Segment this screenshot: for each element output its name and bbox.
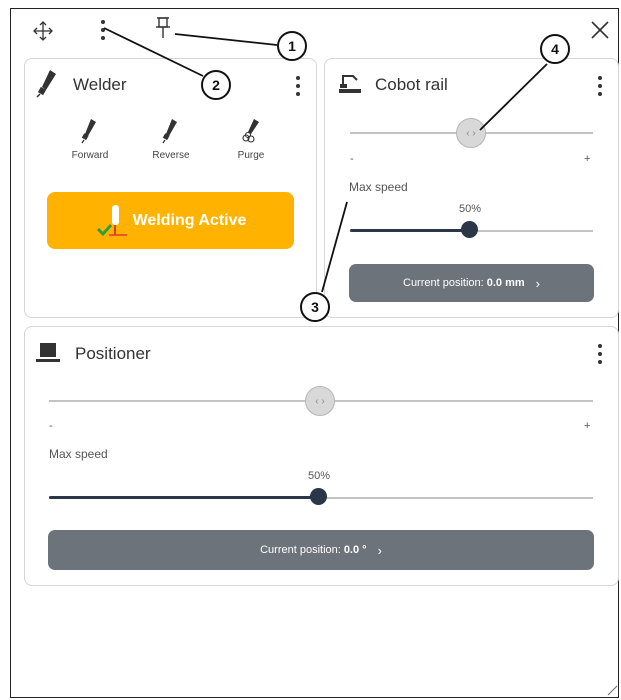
- torch-purge-icon: [242, 119, 259, 143]
- cobot-rail-icon: [337, 70, 363, 94]
- torch-reverse-icon: [162, 119, 177, 144]
- welder-card: [24, 58, 317, 318]
- welding-active-label: Welding Active: [132, 211, 247, 229]
- positioner-menu-kebab-icon[interactable]: [595, 344, 605, 364]
- purge-label: Purge: [237, 150, 265, 161]
- chevron-right-icon: ›: [535, 275, 540, 291]
- cobot-rail-menu-kebab-icon[interactable]: [595, 76, 605, 96]
- reverse-label: Reverse: [152, 150, 190, 161]
- welder-torch-icon: [36, 68, 60, 98]
- reverse-button[interactable]: Reverse: [143, 118, 199, 161]
- chevron-right-icon: ›: [377, 542, 382, 558]
- cobot-rail-jog-knob[interactable]: ‹ ›: [456, 118, 486, 148]
- torch-forward-icon: [81, 119, 96, 144]
- positioner-current-position-button[interactable]: Current position: 0.0 ° ›: [48, 530, 594, 570]
- pin-icon[interactable]: [153, 16, 173, 40]
- positioner-speed-handle[interactable]: [310, 488, 327, 505]
- cobot-rail-plus: +: [584, 153, 591, 165]
- forward-button[interactable]: Forward: [62, 118, 118, 161]
- close-icon[interactable]: [588, 18, 612, 42]
- cobot-rail-current-position-button[interactable]: Current position: 0.0 mm ›: [349, 264, 594, 302]
- cobot-rail-minus: -: [350, 153, 354, 165]
- move-icon[interactable]: [32, 20, 54, 42]
- cobot-rail-max-speed-value: 50%: [459, 203, 482, 215]
- positioner-max-speed-value: 50%: [308, 470, 331, 482]
- cobot-rail-speed-fill: [350, 229, 470, 232]
- welder-menu-kebab-icon[interactable]: [293, 76, 303, 96]
- positioner-position-value: 0.0 °: [343, 544, 367, 556]
- positioner-icon: [35, 341, 61, 365]
- positioner-minus: -: [49, 420, 53, 432]
- purge-button[interactable]: Purge: [223, 118, 279, 161]
- cobot-rail-max-speed-label: Max speed: [349, 180, 408, 194]
- cobot-rail-position-prefix: Current position:: [403, 277, 484, 289]
- cobot-rail-position-value: 0.0 mm: [486, 277, 525, 289]
- welder-title: Welder: [73, 75, 127, 94]
- weld-torch-check-icon: [96, 204, 127, 236]
- callout-1: 1: [277, 31, 307, 61]
- positioner-position-prefix: Current position:: [260, 544, 341, 556]
- cobot-rail-speed-handle[interactable]: [461, 221, 478, 238]
- window-menu-kebab-icon[interactable]: [98, 20, 108, 40]
- positioner-jog-knob[interactable]: ‹ ›: [305, 386, 335, 416]
- welding-active-status[interactable]: Welding Active: [47, 192, 294, 249]
- positioner-max-speed-label: Max speed: [49, 447, 108, 461]
- positioner-speed-fill: [49, 496, 319, 499]
- callout-2: 2: [201, 70, 231, 100]
- cobot-rail-title: Cobot rail: [375, 75, 448, 94]
- resize-grip-icon[interactable]: [606, 684, 618, 696]
- callout-3: 3: [300, 292, 330, 322]
- forward-label: Forward: [71, 150, 109, 161]
- callout-4: 4: [540, 34, 570, 64]
- positioner-title: Positioner: [75, 344, 151, 363]
- positioner-plus: +: [584, 420, 591, 432]
